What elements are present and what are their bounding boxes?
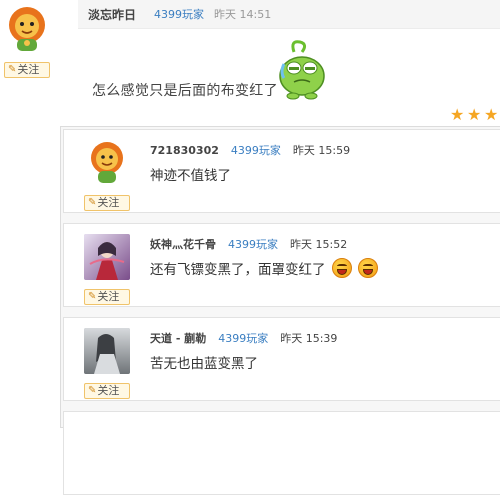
reply-follow-button[interactable]: ✎ 关注 — [84, 289, 130, 305]
reply-item: 721830302 4399玩家 昨天 15:59 神迹不值钱了 ✎ 关注 — [63, 129, 500, 213]
follow-label: 关注 — [17, 63, 40, 76]
reply-avatar[interactable] — [84, 328, 130, 374]
reply-username[interactable]: 天道 - 蒯勒 — [150, 330, 206, 346]
reply-text-row: 神迹不值钱了 — [150, 164, 231, 184]
grin-emoji-icon — [331, 258, 352, 278]
lion-avatar-icon — [9, 7, 45, 51]
lion-avatar-icon — [84, 140, 130, 186]
star-icon: ★ — [450, 105, 465, 124]
reply-follow-button[interactable]: ✎ 关注 — [84, 195, 130, 211]
grin-emoji-icon — [357, 258, 378, 278]
reply-text-row: 苦无也由蓝变黑了 — [150, 352, 258, 372]
reply-user-tag[interactable]: 4399玩家 — [228, 236, 278, 252]
post-username[interactable]: 淡忘昨日 — [88, 6, 136, 23]
reply-avatar[interactable] — [84, 234, 130, 280]
reply-list: 721830302 4399玩家 昨天 15:59 神迹不值钱了 ✎ 关注 妖神… — [60, 126, 500, 495]
pencil-icon: ✎ — [88, 291, 97, 302]
reply-time: 昨天 15:59 — [292, 144, 351, 157]
pencil-icon: ✎ — [8, 64, 17, 75]
post-header: 淡忘昨日 4399玩家 昨天 14:51 — [78, 0, 500, 29]
post-avatar[interactable] — [5, 5, 49, 55]
post-text: 怎么感觉只是后面的布变红了 — [92, 83, 278, 99]
reply-username[interactable]: 妖神灬花千骨 — [150, 236, 216, 252]
post-time: 昨天 14:51 — [214, 8, 272, 21]
reply-user-tag[interactable]: 4399玩家 — [231, 142, 281, 158]
reply-avatar[interactable] — [84, 140, 130, 186]
reply-time: 昨天 15:39 — [280, 332, 338, 345]
post-follow-button[interactable]: ✎ 关注 — [4, 62, 50, 78]
reply-header: 妖神灬花千骨 4399玩家 昨天 15:52 — [150, 236, 347, 252]
star-icon: ★ — [484, 105, 499, 124]
reply-text-row: 还有飞镖变黑了，面罩变红了 — [150, 258, 378, 278]
reply-text: 还有飞镖变黑了，面罩变红了 — [150, 262, 326, 278]
reply-item: 天道 - 蒯勒 4399玩家 昨天 15:39 苦无也由蓝变黑了 ✎ 关注 — [63, 317, 500, 401]
reply-text: 苦无也由蓝变黑了 — [150, 356, 258, 372]
reply-header: 天道 - 蒯勒 4399玩家 昨天 15:39 — [150, 330, 337, 346]
follow-label: 关注 — [97, 384, 120, 397]
reply-user-tag[interactable]: 4399玩家 — [218, 330, 268, 346]
pencil-icon: ✎ — [88, 197, 97, 208]
post-user-tag[interactable]: 4399玩家 — [154, 6, 204, 22]
follow-label: 关注 — [97, 196, 120, 209]
reply-item — [63, 411, 500, 495]
star-icon: ★ — [467, 105, 482, 124]
post-rating: ★ ★ ★ — [450, 107, 500, 123]
anime-girl-avatar-icon — [84, 234, 130, 280]
reply-item: 妖神灬花千骨 4399玩家 昨天 15:52 还有飞镖变黑了，面罩变红了 ✎ 关… — [63, 223, 500, 307]
reply-text: 神迹不值钱了 — [150, 168, 231, 184]
gray-figure-avatar-icon — [84, 328, 130, 374]
reply-time: 昨天 15:52 — [290, 238, 348, 251]
reply-username[interactable]: 721830302 — [150, 144, 219, 157]
follow-label: 关注 — [97, 290, 120, 303]
reply-header: 721830302 4399玩家 昨天 15:59 — [150, 142, 350, 158]
pencil-icon: ✎ — [88, 385, 97, 396]
reply-follow-button[interactable]: ✎ 关注 — [84, 383, 130, 399]
